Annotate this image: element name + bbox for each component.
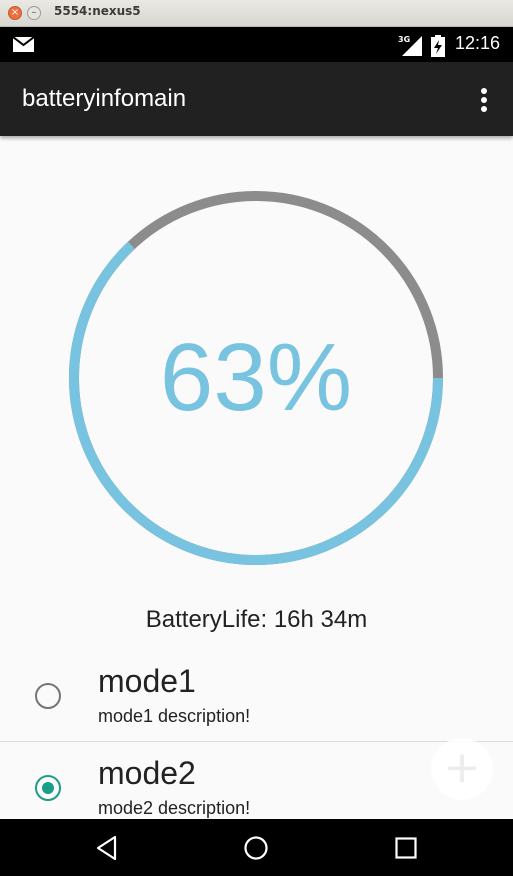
add-icon: + (443, 742, 481, 793)
mode1-description: mode1 description! (98, 706, 251, 726)
overflow-menu-icon[interactable] (474, 86, 494, 114)
network-type-label: 3G (398, 35, 410, 44)
window-close-button[interactable]: × (8, 6, 22, 20)
mode2-title: mode2 (98, 755, 196, 791)
battery-life-label: BatteryLife: 16h 34m (145, 606, 368, 633)
status-time: 12:16 (455, 33, 501, 53)
signal-icon: 3G (398, 35, 422, 56)
mode-option-1[interactable]: mode1 mode1 description! (0, 658, 513, 740)
mode2-description: mode2 description! (98, 798, 251, 818)
mode1-radio[interactable] (35, 683, 61, 709)
window-titlebar: × – 5554:nexus5 (0, 0, 513, 27)
mode1-title: mode1 (98, 663, 196, 699)
navigation-bar (0, 819, 513, 876)
mode2-radio[interactable] (35, 775, 61, 801)
status-bar: 3G 12:16 (0, 27, 513, 62)
app-title: batteryinfomain (22, 85, 187, 112)
app-bar: batteryinfomain (0, 62, 513, 136)
home-icon[interactable] (241, 833, 271, 863)
add-fab-button[interactable]: + (431, 738, 493, 800)
battery-charging-icon (431, 35, 445, 57)
mail-icon (13, 37, 34, 52)
window-title: 5554:nexus5 (54, 4, 141, 18)
window-minimize-button[interactable]: – (27, 6, 41, 20)
battery-percent: 63% (159, 324, 353, 431)
recents-icon[interactable] (391, 833, 421, 863)
back-icon[interactable] (93, 833, 123, 863)
